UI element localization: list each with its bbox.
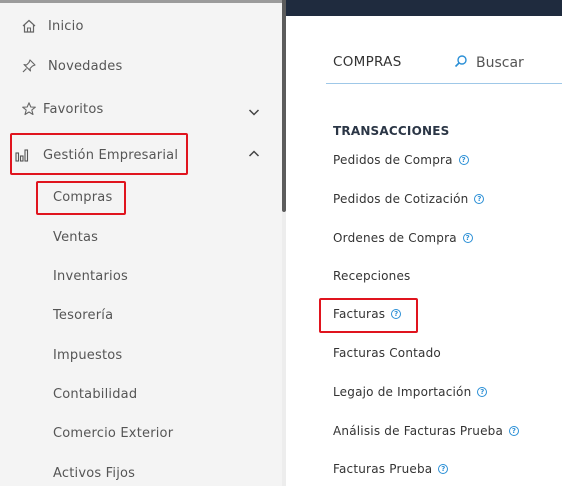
link-label: Ordenes de Compra <box>333 231 457 245</box>
help-icon[interactable]: ? <box>462 233 473 243</box>
sidebar-item-gestion-empresarial[interactable]: Gestión Empresarial <box>0 136 282 174</box>
sidebar-subitem-inventarios[interactable]: Inventarios <box>53 265 128 289</box>
pin-icon <box>21 58 37 74</box>
home-icon <box>21 18 37 34</box>
sidebar-subitem-compras[interactable]: Compras <box>53 186 112 210</box>
sidebar-subitem-activos-fijos[interactable]: Activos Fijos <box>53 462 135 486</box>
link-label: Legajo de Importación <box>333 385 472 399</box>
sidebar-item-label: Favoritos <box>43 101 104 117</box>
link-label: Análisis de Facturas Prueba <box>333 424 504 438</box>
help-icon[interactable]: ? <box>477 387 488 397</box>
sidebar-item-label: Inicio <box>48 18 84 34</box>
divider <box>326 83 562 84</box>
sidebar-subitem-tesoreria[interactable]: Tesorería <box>53 304 113 328</box>
section-title-transacciones: TRANSACCIONES <box>333 124 450 138</box>
link-label: Pedidos de Cotización <box>333 192 469 206</box>
sidebar-subitem-impuestos[interactable]: Impuestos <box>53 344 122 368</box>
top-bar <box>286 0 562 16</box>
link-label: Facturas <box>333 307 386 321</box>
link-label: Facturas Contado <box>333 346 441 360</box>
link-pedidos-de-cotizacion[interactable]: Pedidos de Cotización? <box>333 192 485 206</box>
sidebar: Inicio Novedades Favoritos Gestión Empre… <box>0 0 282 486</box>
help-icon[interactable]: ? <box>458 155 469 165</box>
link-facturas-contado[interactable]: Facturas Contado <box>333 346 441 360</box>
sidebar-subitem-comercio-exterior[interactable]: Comercio Exterior <box>53 422 173 446</box>
help-icon[interactable]: ? <box>509 426 520 436</box>
link-label: Recepciones <box>333 269 411 283</box>
link-recepciones[interactable]: Recepciones <box>333 269 411 283</box>
search-icon <box>454 54 468 72</box>
star-icon <box>21 101 37 117</box>
sidebar-subitem-ventas[interactable]: Ventas <box>53 226 98 250</box>
link-ordenes-de-compra[interactable]: Ordenes de Compra? <box>333 231 473 245</box>
page-title: COMPRAS <box>333 54 402 70</box>
link-label: Pedidos de Compra <box>333 153 453 167</box>
main-content: COMPRAS Buscar TRANSACCIONES Pedidos de … <box>286 16 562 486</box>
link-facturas-prueba[interactable]: Facturas Prueba? <box>333 462 449 476</box>
link-label: Facturas Prueba <box>333 462 433 476</box>
sidebar-item-novedades[interactable]: Novedades <box>0 47 282 85</box>
link-legajo-de-importacion[interactable]: Legajo de Importación? <box>333 385 488 399</box>
help-icon[interactable]: ? <box>391 309 402 319</box>
link-facturas[interactable]: Facturas? <box>333 307 402 321</box>
search-label: Buscar <box>476 55 524 71</box>
sidebar-subitem-contabilidad[interactable]: Contabilidad <box>53 383 137 407</box>
sidebar-item-label: Novedades <box>48 58 123 74</box>
help-icon[interactable]: ? <box>438 464 449 474</box>
help-icon[interactable]: ? <box>474 194 485 204</box>
link-analisis-de-facturas-prueba[interactable]: Análisis de Facturas Prueba? <box>333 424 520 438</box>
sidebar-item-favoritos[interactable]: Favoritos <box>0 90 282 128</box>
search-button[interactable]: Buscar <box>454 52 524 74</box>
link-pedidos-de-compra[interactable]: Pedidos de Compra? <box>333 153 469 167</box>
sidebar-item-inicio[interactable]: Inicio <box>0 7 282 45</box>
bar-chart-icon <box>14 147 30 163</box>
chevron-up-icon[interactable] <box>246 146 262 162</box>
chevron-down-icon[interactable] <box>246 104 262 120</box>
sidebar-item-label: Gestión Empresarial <box>43 147 179 163</box>
